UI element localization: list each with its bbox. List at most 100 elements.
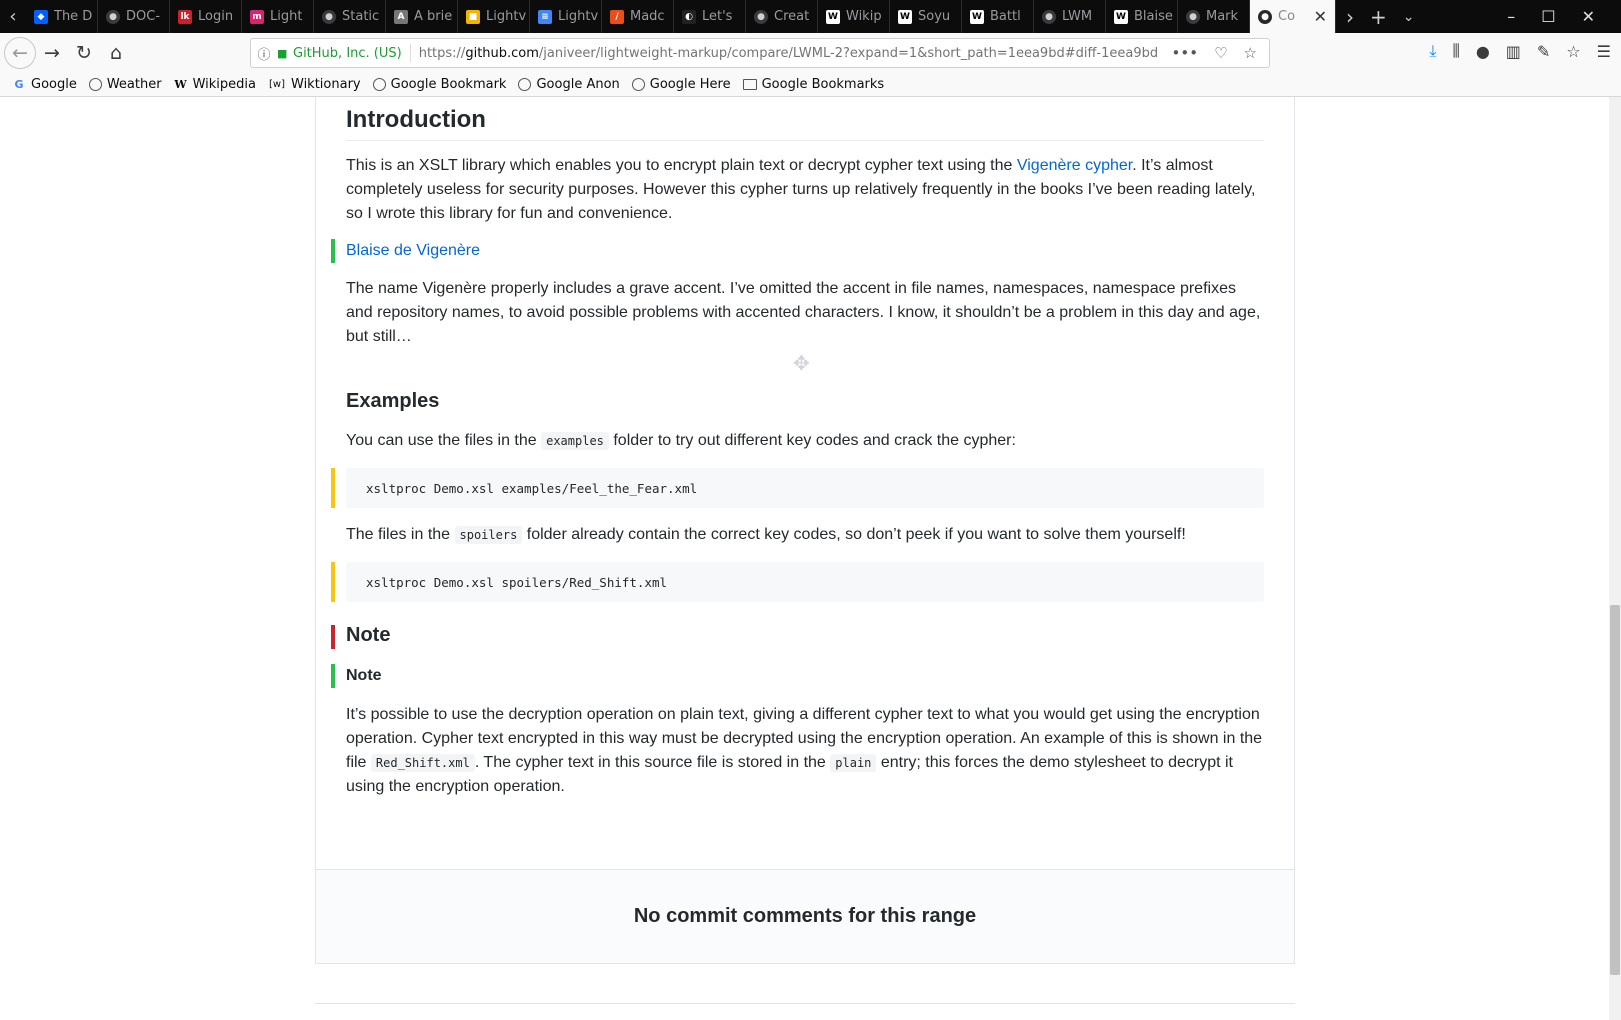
tab-0[interactable]: ◆ The D xyxy=(26,0,98,33)
url-separator xyxy=(409,44,411,62)
tab-label: Wikip xyxy=(846,9,882,24)
vigenere-cypher-link[interactable]: Vigenère cypher xyxy=(1017,157,1132,174)
download-icon[interactable]: ⤓ xyxy=(1429,41,1436,61)
tab-strip: ‹ ◆ The D ● DOC-lk Login m Light ● Static A A brie… xyxy=(0,0,1621,33)
github-icon: ● xyxy=(1258,9,1272,24)
lock-icon: ■ xyxy=(277,46,288,60)
bookmark-0[interactable]: G Google xyxy=(12,77,76,92)
sidebar-icon[interactable]: ▥ xyxy=(1506,42,1521,61)
tab-4[interactable]: ● Static xyxy=(314,0,386,33)
lk-icon: lk xyxy=(178,9,192,24)
note-subheading-block: Note xyxy=(331,664,1264,688)
changed-marker xyxy=(331,468,335,508)
page-actions-icon[interactable]: ••• xyxy=(1172,44,1199,62)
scrollbar[interactable] xyxy=(1609,97,1621,1020)
slides-icon: ■ xyxy=(466,9,480,24)
maximize-icon[interactable]: ☐ xyxy=(1541,7,1555,26)
pocket-icon[interactable]: ♡ xyxy=(1214,44,1227,62)
url-path: /janiveer/lightweight-markup/compare/LWM… xyxy=(538,45,1159,61)
code-command-2: xsltproc Demo.xsl spoilers/Red_Shift.xml xyxy=(366,574,668,590)
google-icon: G xyxy=(14,78,24,91)
extension-3-icon[interactable]: ☆ xyxy=(1566,42,1580,61)
introduction-heading: Introduction xyxy=(346,105,1264,141)
info-icon[interactable]: ⓘ xyxy=(251,44,277,63)
folder-icon xyxy=(742,79,757,90)
back-icon[interactable]: ← xyxy=(4,37,36,69)
github-icon: ● xyxy=(1186,9,1200,24)
tab-8[interactable]: / Madc xyxy=(602,0,674,33)
added-marker xyxy=(331,239,335,263)
tab-5[interactable]: A A brie xyxy=(386,0,458,33)
close-window-icon[interactable]: ✕ xyxy=(1582,7,1595,26)
note-text-2: . The cypher text in this source file is… xyxy=(474,754,831,771)
list-all-tabs-icon[interactable]: ⌄ xyxy=(1403,9,1415,25)
close-tab-icon[interactable]: ✕ xyxy=(1314,7,1327,26)
tab-14[interactable]: ● LWM xyxy=(1034,0,1106,33)
bookmark-6[interactable]: Google Here xyxy=(631,77,731,92)
tab-3[interactable]: m Light xyxy=(242,0,314,33)
library-icon[interactable]: ⫼ xyxy=(1452,41,1459,61)
changed-marker xyxy=(331,562,335,602)
page-content: Introduction This is an XSLT library whi… xyxy=(0,97,1621,1020)
bookmark-4[interactable]: Google Bookmark xyxy=(372,77,506,92)
wikipedia-icon: W xyxy=(174,78,187,91)
extension-2-icon[interactable]: ✎ xyxy=(1537,42,1550,61)
tab-label: Soyu xyxy=(918,9,951,24)
tab-6[interactable]: ■ Lightv xyxy=(458,0,530,33)
note-paragraph: It’s possible to use the decryption oper… xyxy=(346,703,1264,799)
wikipedia-icon: W xyxy=(826,9,840,24)
bookmark-star-icon[interactable]: ☆ xyxy=(1244,44,1257,62)
tab-10[interactable]: ● Creat xyxy=(746,0,818,33)
examples-paragraph-1: You can use the files in the examples fo… xyxy=(346,429,1264,453)
removed-marker xyxy=(331,625,335,649)
tab-11[interactable]: W Wikip xyxy=(818,0,890,33)
tab-15[interactable]: W Blaise xyxy=(1106,0,1178,33)
tab-label: LWM xyxy=(1062,9,1093,24)
dropbox-icon: ◆ xyxy=(34,9,48,24)
minimize-icon[interactable]: – xyxy=(1507,7,1515,26)
tab-2[interactable]: lk Login xyxy=(170,0,242,33)
scrollbar-thumb[interactable] xyxy=(1610,605,1620,975)
bookmark-1[interactable]: Weather xyxy=(88,77,162,92)
wikipedia-icon: W xyxy=(970,9,984,24)
new-tab-icon[interactable]: + xyxy=(1370,5,1387,29)
code-block-1: xsltproc Demo.xsl examples/Feel_the_Fear… xyxy=(331,468,1264,508)
tab-scroll-left-icon[interactable]: ‹ xyxy=(0,0,26,33)
home-icon[interactable]: ⌂ xyxy=(100,37,132,69)
github-icon: ● xyxy=(754,9,768,24)
bookmark-3[interactable]: [w] Wiktionary xyxy=(268,77,361,92)
tab-7[interactable]: ≡ Lightv xyxy=(530,0,602,33)
tab-1[interactable]: ● DOC- xyxy=(98,0,170,33)
bookmark-label: Google Here xyxy=(649,77,731,92)
url-text[interactable]: https://github.com/janiveer/lightweight-… xyxy=(419,46,1159,61)
url-bar[interactable]: ⓘ ■ GitHub, Inc. (US) https://github.com… xyxy=(250,38,1270,68)
extension-icon[interactable]: ● xyxy=(1476,42,1490,61)
url-domain: github.com xyxy=(465,45,539,61)
tab-12[interactable]: W Soyu xyxy=(890,0,962,33)
article: Introduction xyxy=(346,105,1264,141)
bookmark-2[interactable]: W Wikipedia xyxy=(174,77,256,92)
site-identity[interactable]: GitHub, Inc. (US) xyxy=(293,46,402,61)
blaise-block: Blaise de Vigenère xyxy=(331,239,1264,263)
tab-scroll-right-icon[interactable]: › xyxy=(1346,5,1354,29)
url-prefix: https:// xyxy=(418,45,466,61)
tab-label: Madc xyxy=(630,9,665,24)
commit-comments-box: No commit comments for this range xyxy=(315,869,1295,964)
tab-label: Lightv xyxy=(486,9,527,24)
madcap-icon: / xyxy=(610,9,624,24)
github-icon: ● xyxy=(1042,9,1056,24)
no-comments-message: No commit comments for this range xyxy=(633,905,977,927)
reload-icon[interactable]: ↻ xyxy=(68,37,100,69)
menu-icon[interactable]: ☰ xyxy=(1597,42,1611,61)
forward-icon[interactable]: → xyxy=(36,37,68,69)
tab-active[interactable]: ● Co ✕ xyxy=(1250,0,1336,33)
bookmark-5[interactable]: Google Anon xyxy=(518,77,620,92)
tab-13[interactable]: W Battl xyxy=(962,0,1034,33)
note-heading-block: Note xyxy=(331,623,1264,649)
docs-icon: ≡ xyxy=(538,9,552,24)
tab-9[interactable]: ◐ Let's xyxy=(674,0,746,33)
tab-16[interactable]: ● Mark xyxy=(1178,0,1250,33)
bookmark-7[interactable]: Google Bookmarks xyxy=(742,77,884,92)
note-subheading: Note xyxy=(346,667,382,684)
blaise-link[interactable]: Blaise de Vigenère xyxy=(346,242,480,259)
